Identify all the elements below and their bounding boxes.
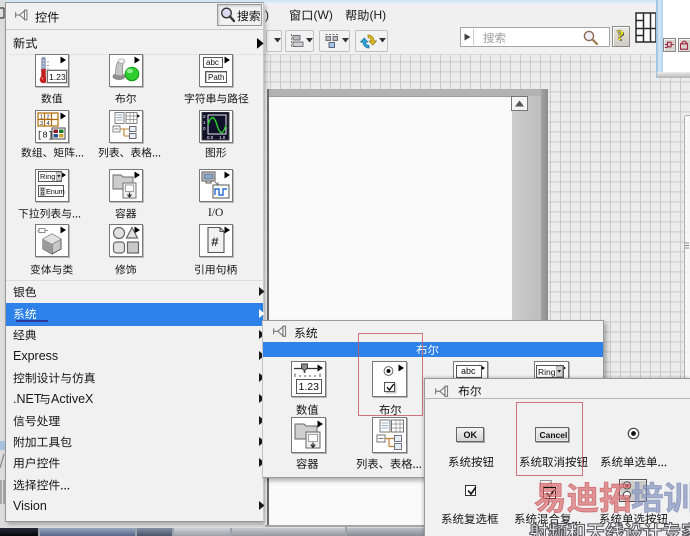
svg-text:3: 3	[40, 121, 43, 127]
svg-text:#: #	[211, 235, 219, 250]
svg-text:2: 2	[47, 114, 50, 120]
svg-text:1.0: 1.0	[219, 135, 226, 140]
svg-text:[8]: [8]	[37, 131, 53, 141]
svg-text:1: 1	[40, 114, 43, 120]
svg-text:4: 4	[47, 121, 50, 127]
svg-text:0.0: 0.0	[207, 135, 214, 140]
